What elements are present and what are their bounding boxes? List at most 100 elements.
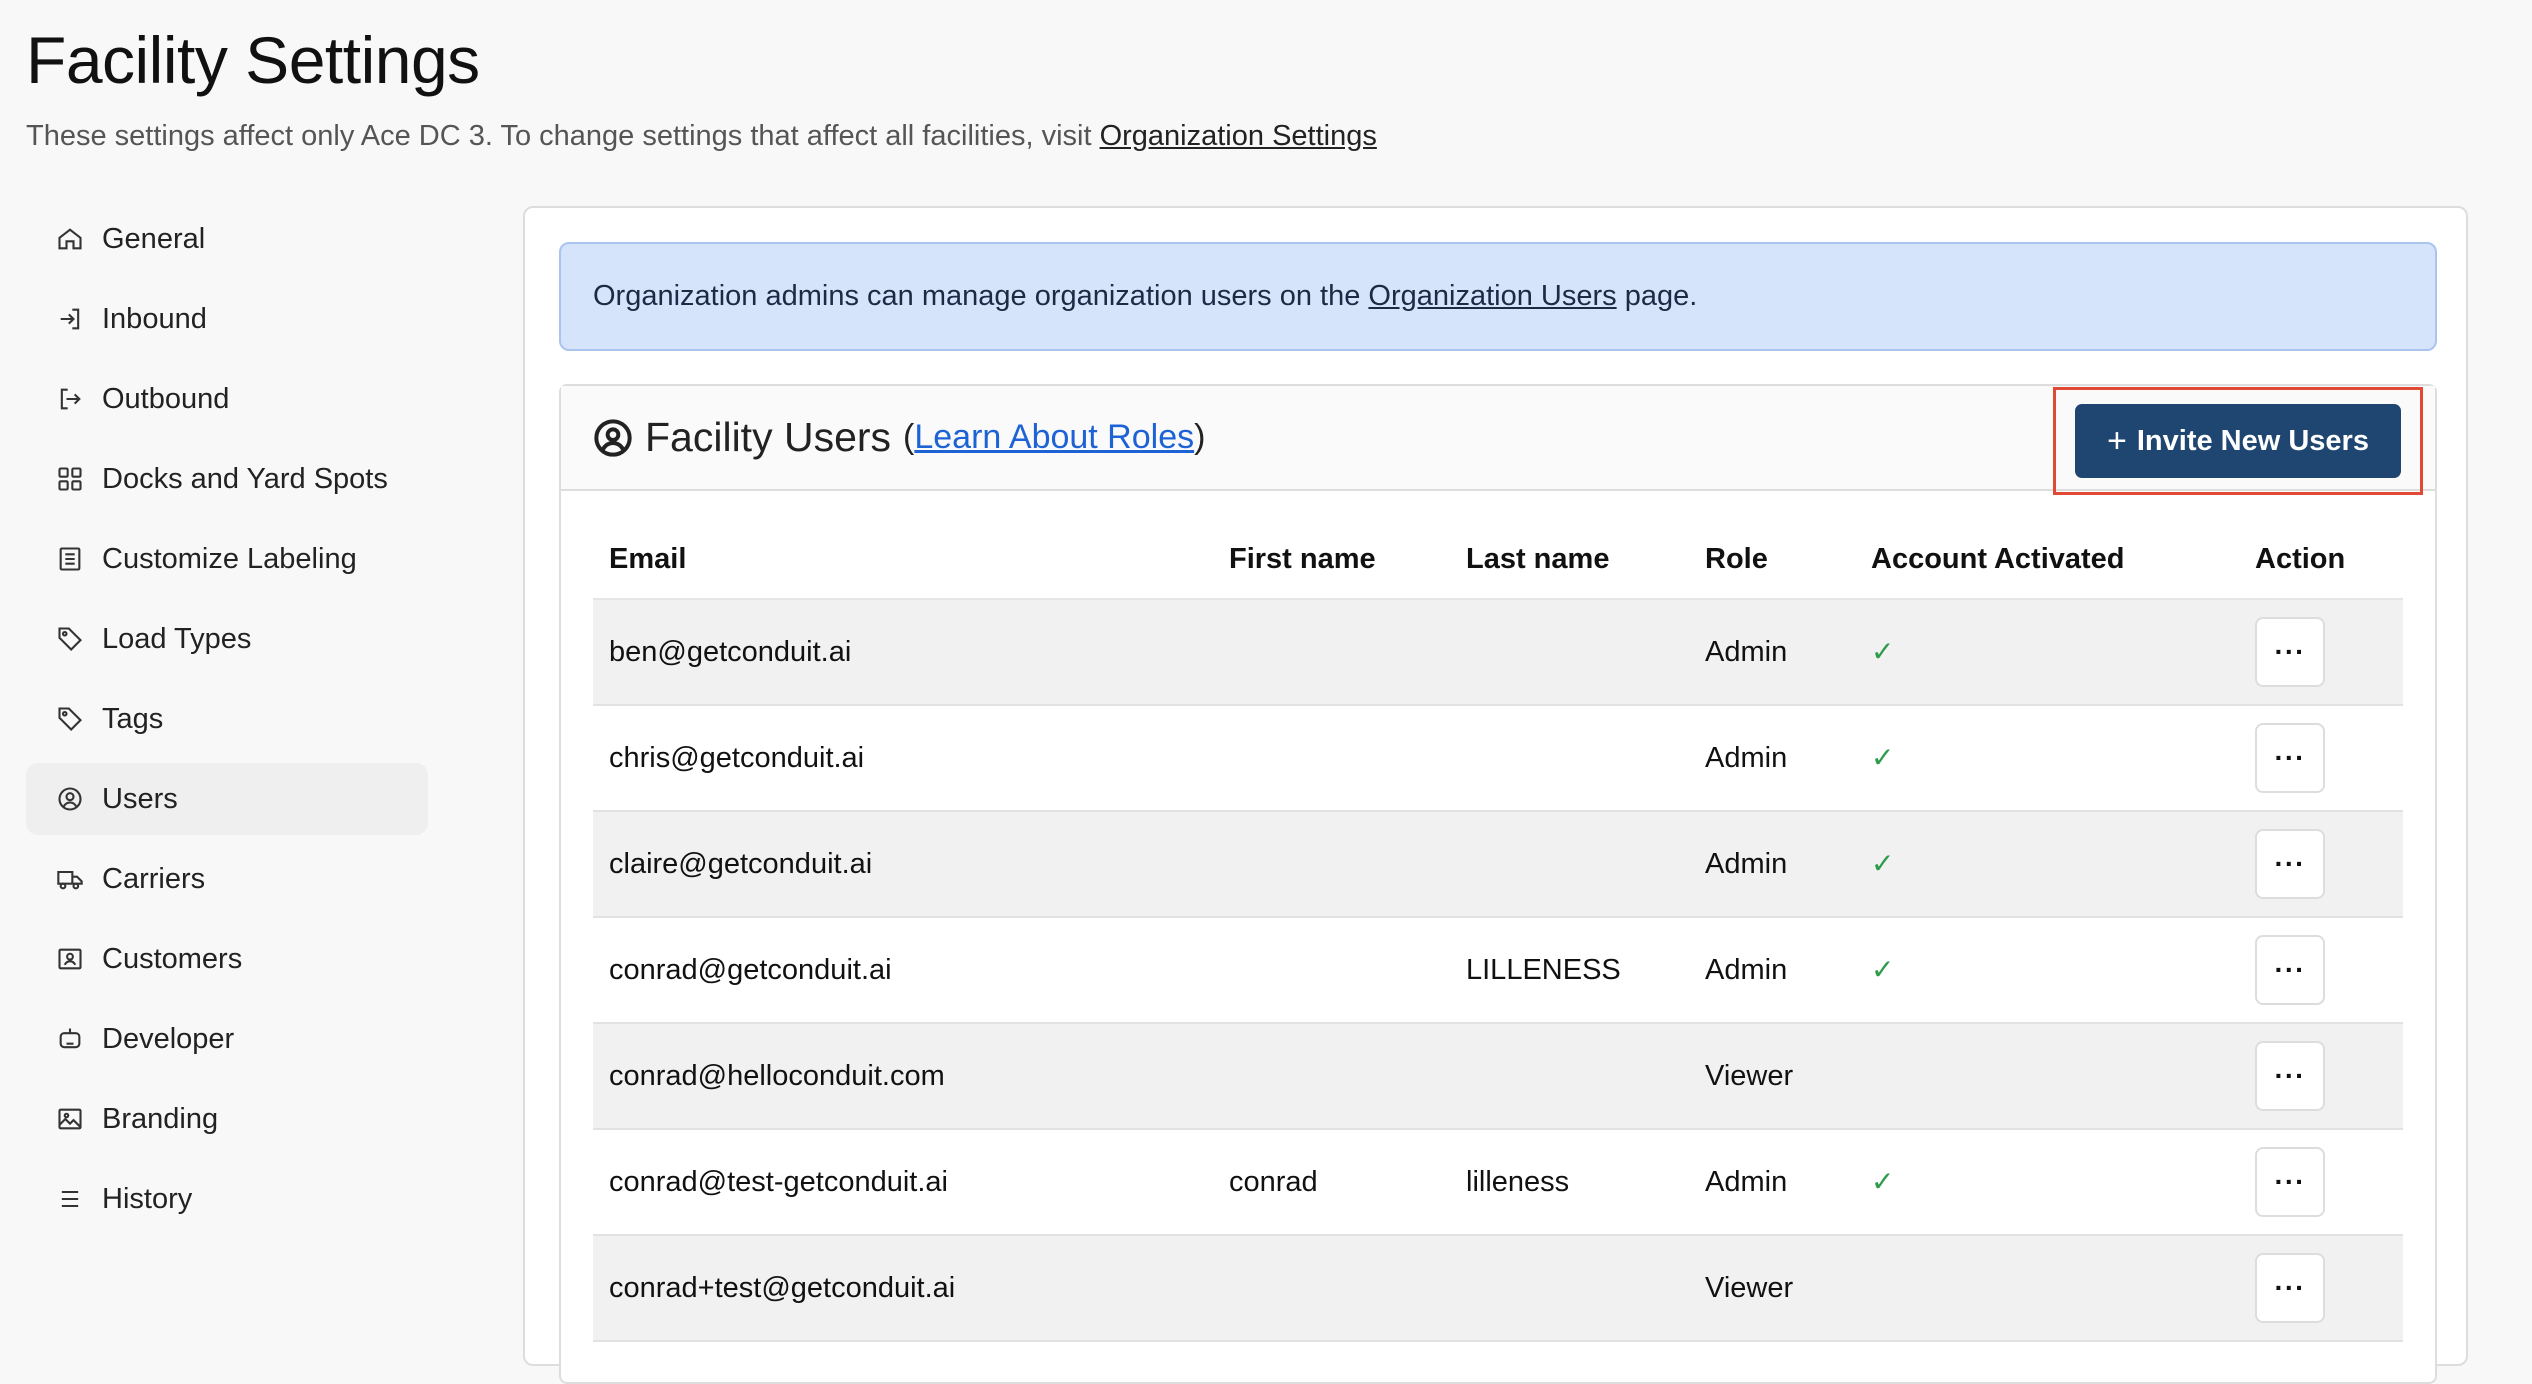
row-actions-button[interactable]: ··· — [2255, 723, 2325, 793]
table-row: conrad@test-getconduit.ai conrad lilleness… — [593, 1129, 2403, 1236]
page-subtitle: These settings affect only Ace DC 3. To … — [26, 120, 1377, 153]
list-icon — [56, 1185, 84, 1213]
sidebar-item-general[interactable]: General — [26, 203, 428, 275]
sidebar-item-label: Load Types — [102, 622, 252, 655]
action-cell: ··· — [2239, 599, 2403, 706]
sidebar-item-label: General — [102, 222, 206, 255]
subtitle-text: These settings affect only Ace DC 3. To … — [26, 120, 1100, 152]
check-icon: ✓ — [1871, 954, 1895, 985]
sidebar-item-users[interactable]: Users — [26, 763, 428, 835]
last-name-cell — [1450, 1235, 1689, 1342]
first-name-cell: conrad — [1213, 1129, 1450, 1236]
action-cell: ··· — [2239, 811, 2403, 918]
row-actions-button[interactable]: ··· — [2255, 1147, 2325, 1217]
action-cell: ··· — [2239, 705, 2403, 812]
sidebar-item-outbound[interactable]: Outbound — [26, 363, 428, 435]
sidebar-item-developer[interactable]: Developer — [26, 1003, 428, 1075]
roles-link-wrap: (Learn About Roles) — [903, 418, 1205, 457]
column-header-action: Action — [2239, 521, 2403, 600]
role-cell: Admin — [1689, 705, 1855, 812]
row-actions-button[interactable]: ··· — [2255, 1253, 2325, 1323]
user-circle-icon — [56, 785, 84, 813]
facility-users-card: Facility Users (Learn About Roles) + Inv… — [559, 384, 2437, 1384]
table-row: conrad+test@getconduit.ai Viewer ··· — [593, 1235, 2403, 1342]
action-cell: ··· — [2239, 1129, 2403, 1236]
banner-text-end: page. — [1624, 280, 1698, 312]
check-icon: ✓ — [1871, 848, 1895, 879]
robot-icon — [56, 1025, 84, 1053]
account-activated-cell — [1855, 1023, 2239, 1130]
sidebar-item-tags[interactable]: Tags — [26, 683, 428, 755]
last-name-cell — [1450, 599, 1689, 706]
user-circle-icon — [593, 418, 633, 458]
sidebar-item-load-types[interactable]: Load Types — [26, 603, 428, 675]
column-header-role[interactable]: Role — [1689, 521, 1855, 600]
account-activated-cell: ✓ — [1855, 917, 2239, 1024]
sidebar-item-label: History — [102, 1182, 193, 1215]
role-cell: Viewer — [1689, 1235, 1855, 1342]
tag-icon — [56, 625, 84, 653]
sidebar-item-branding[interactable]: Branding — [26, 1083, 428, 1155]
row-actions-button[interactable]: ··· — [2255, 829, 2325, 899]
first-name-cell — [1213, 1235, 1450, 1342]
row-actions-button[interactable]: ··· — [2255, 617, 2325, 687]
sign-in-icon — [56, 305, 84, 333]
sidebar: General Inbound Outbound Docks and Yard … — [26, 203, 428, 1243]
sidebar-item-history[interactable]: History — [26, 1163, 428, 1235]
sidebar-item-label: Docks and Yard Spots — [102, 462, 388, 495]
sidebar-item-inbound[interactable]: Inbound — [26, 283, 428, 355]
role-cell: Viewer — [1689, 1023, 1855, 1130]
email-cell: chris@getconduit.ai — [593, 705, 1213, 812]
image-icon — [56, 1105, 84, 1133]
sidebar-item-docks-and-yard-spots[interactable]: Docks and Yard Spots — [26, 443, 428, 515]
home-icon — [56, 225, 84, 253]
truck-icon — [56, 865, 84, 893]
sidebar-item-label: Developer — [102, 1022, 235, 1055]
account-activated-cell: ✓ — [1855, 599, 2239, 706]
learn-about-roles-link[interactable]: Learn About Roles — [914, 418, 1194, 456]
grid-icon — [56, 465, 84, 493]
row-actions-button[interactable]: ··· — [2255, 935, 2325, 1005]
email-cell: conrad@helloconduit.com — [593, 1023, 1213, 1130]
sidebar-item-customize-labeling[interactable]: Customize Labeling — [26, 523, 428, 595]
sidebar-item-label: Branding — [102, 1102, 219, 1135]
first-name-cell — [1213, 917, 1450, 1024]
sidebar-item-label: Carriers — [102, 862, 206, 895]
last-name-cell: lilleness — [1450, 1129, 1689, 1236]
page-title: Facility Settings — [26, 23, 480, 97]
account-activated-cell: ✓ — [1855, 1129, 2239, 1236]
check-icon: ✓ — [1871, 1166, 1895, 1197]
facility-users-title: Facility Users — [645, 414, 892, 460]
facility-users-header: Facility Users (Learn About Roles) + Inv… — [561, 386, 2435, 495]
email-cell: conrad@test-getconduit.ai — [593, 1129, 1213, 1236]
paren-open: ( — [903, 418, 915, 456]
email-cell: conrad+test@getconduit.ai — [593, 1235, 1213, 1342]
sidebar-item-carriers[interactable]: Carriers — [26, 843, 428, 915]
organization-settings-link[interactable]: Organization Settings — [1100, 120, 1377, 152]
table-row: chris@getconduit.ai Admin ✓ ··· — [593, 705, 2403, 812]
invite-highlight-box: + Invite New Users — [2053, 387, 2423, 495]
sidebar-item-label: Customize Labeling — [102, 542, 357, 575]
first-name-cell — [1213, 599, 1450, 706]
sign-out-icon — [56, 385, 84, 413]
column-header-last-name[interactable]: Last name — [1450, 521, 1689, 600]
last-name-cell: LILLENESS — [1450, 917, 1689, 1024]
account-activated-cell: ✓ — [1855, 811, 2239, 918]
sidebar-item-label: Tags — [102, 702, 164, 735]
paren-close: ) — [1194, 418, 1206, 456]
role-cell: Admin — [1689, 811, 1855, 918]
invite-new-users-button[interactable]: + Invite New Users — [2075, 404, 2401, 478]
column-header-first-name[interactable]: First name — [1213, 521, 1450, 600]
info-banner: Organization admins can manage organizat… — [559, 242, 2437, 351]
organization-users-link[interactable]: Organization Users — [1368, 280, 1616, 313]
email-cell: claire@getconduit.ai — [593, 811, 1213, 918]
id-card-icon — [56, 945, 84, 973]
column-header-account-activated[interactable]: Account Activated — [1855, 521, 2239, 600]
sidebar-item-customers[interactable]: Customers — [26, 923, 428, 995]
row-actions-button[interactable]: ··· — [2255, 1041, 2325, 1111]
first-name-cell — [1213, 705, 1450, 812]
column-header-email[interactable]: Email — [593, 521, 1213, 600]
plus-icon: + — [2107, 421, 2127, 460]
table-row: conrad@getconduit.ai LILLENESS Admin ✓ ··· — [593, 917, 2403, 1024]
table-row: conrad@helloconduit.com Viewer ··· — [593, 1023, 2403, 1130]
